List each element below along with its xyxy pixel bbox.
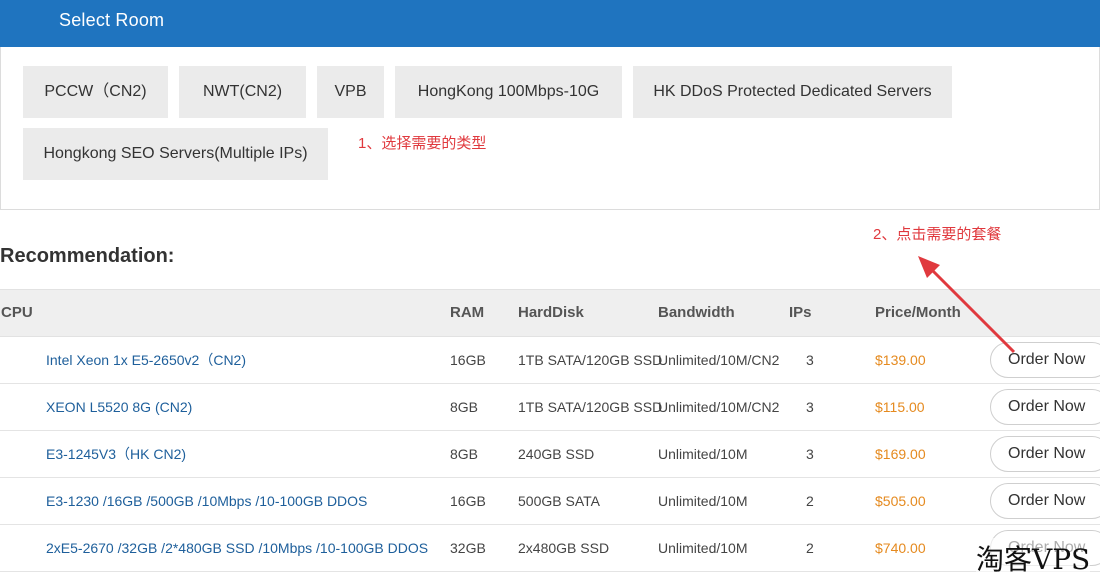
column-header-price: Price/Month bbox=[875, 304, 961, 321]
table-header: CPU RAM HardDisk Bandwidth IPs Price/Mon… bbox=[0, 289, 1100, 337]
table-row: Intel Xeon 1x E5-2650v2（CN2) 16GB 1TB SA… bbox=[0, 337, 1100, 384]
room-button-hongkong-seo[interactable]: Hongkong SEO Servers(Multiple IPs) bbox=[23, 128, 328, 180]
table-row: E3-1245V3（HK CN2) 8GB 240GB SSD Unlimite… bbox=[0, 431, 1100, 478]
room-button-hongkong-100mbps[interactable]: HongKong 100Mbps-10G bbox=[395, 66, 622, 118]
room-selector: PCCW（CN2) NWT(CN2) VPB HongKong 100Mbps-… bbox=[0, 47, 1100, 210]
cell-ram: 32GB bbox=[450, 540, 486, 556]
cell-price: $115.00 bbox=[875, 399, 925, 415]
cell-ips: 2 bbox=[806, 493, 814, 509]
watermark: 淘客VPS bbox=[976, 538, 1091, 575]
recommendation-title: Recommendation: bbox=[0, 245, 175, 267]
table-row: 2xE5-2670 /32GB /2*480GB SSD /10Mbps /10… bbox=[0, 525, 1100, 572]
cell-cpu[interactable]: 2xE5-2670 /32GB /2*480GB SSD /10Mbps /10… bbox=[46, 525, 428, 571]
column-header-harddisk: HardDisk bbox=[518, 304, 584, 321]
table-row: E3-1230 /16GB /500GB /10Mbps /10-100GB D… bbox=[0, 478, 1100, 525]
column-header-cpu: CPU bbox=[1, 304, 33, 321]
room-button-vpb[interactable]: VPB bbox=[317, 66, 384, 118]
order-now-button[interactable]: Order Now bbox=[990, 389, 1100, 425]
cell-bandwidth: Unlimited/10M/CN2 bbox=[658, 399, 780, 415]
cell-ips: 3 bbox=[806, 399, 814, 415]
cell-cpu[interactable]: E3-1230 /16GB /500GB /10Mbps /10-100GB D… bbox=[46, 478, 367, 524]
cell-harddisk: 1TB SATA/120GB SSD bbox=[518, 352, 663, 368]
cell-bandwidth: Unlimited/10M bbox=[658, 540, 748, 556]
cell-bandwidth: Unlimited/10M bbox=[658, 493, 748, 509]
cell-harddisk: 1TB SATA/120GB SSD bbox=[518, 399, 663, 415]
room-button-hk-ddos[interactable]: HK DDoS Protected Dedicated Servers bbox=[633, 66, 952, 118]
cell-bandwidth: Unlimited/10M/CN2 bbox=[658, 352, 780, 368]
order-now-button[interactable]: Order Now bbox=[990, 483, 1100, 519]
column-header-ips: IPs bbox=[789, 304, 812, 321]
cell-price: $139.00 bbox=[875, 352, 926, 368]
cell-ram: 8GB bbox=[450, 446, 479, 462]
cell-cpu[interactable]: Intel Xeon 1x E5-2650v2（CN2) bbox=[46, 337, 246, 383]
cell-harddisk: 240GB SSD bbox=[518, 446, 595, 462]
cell-harddisk: 2x480GB SSD bbox=[518, 540, 610, 556]
cell-ips: 3 bbox=[806, 352, 814, 368]
room-button-pccw[interactable]: PCCW（CN2) bbox=[23, 66, 168, 118]
page-header: Select Room bbox=[0, 0, 1100, 47]
room-button-nwt[interactable]: NWT(CN2) bbox=[179, 66, 306, 118]
cell-cpu[interactable]: E3-1245V3（HK CN2) bbox=[46, 431, 186, 477]
cell-cpu[interactable]: XEON L5520 8G (CN2) bbox=[46, 384, 192, 430]
cell-price: $169.00 bbox=[875, 446, 926, 462]
cell-price: $740.00 bbox=[875, 540, 926, 556]
column-header-ram: RAM bbox=[450, 304, 485, 321]
annotation-step2: 2、点击需要的套餐 bbox=[873, 226, 1002, 243]
cell-ram: 16GB bbox=[450, 352, 486, 368]
cell-ram: 16GB bbox=[450, 493, 486, 509]
cell-ram: 8GB bbox=[450, 399, 479, 415]
order-now-button[interactable]: Order Now bbox=[990, 436, 1100, 472]
cell-price: $505.00 bbox=[875, 493, 926, 509]
page-title: Select Room bbox=[59, 10, 165, 30]
cell-ips: 3 bbox=[806, 446, 814, 462]
column-header-bandwidth: Bandwidth bbox=[658, 304, 735, 321]
cell-ips: 2 bbox=[806, 540, 814, 556]
cell-harddisk: 500GB SATA bbox=[518, 493, 600, 509]
order-now-button[interactable]: Order Now bbox=[990, 342, 1100, 378]
cell-bandwidth: Unlimited/10M bbox=[658, 446, 748, 462]
table-row: XEON L5520 8G (CN2) 8GB 1TB SATA/120GB S… bbox=[0, 384, 1100, 431]
annotation-step1: 1、选择需要的类型 bbox=[358, 135, 487, 152]
